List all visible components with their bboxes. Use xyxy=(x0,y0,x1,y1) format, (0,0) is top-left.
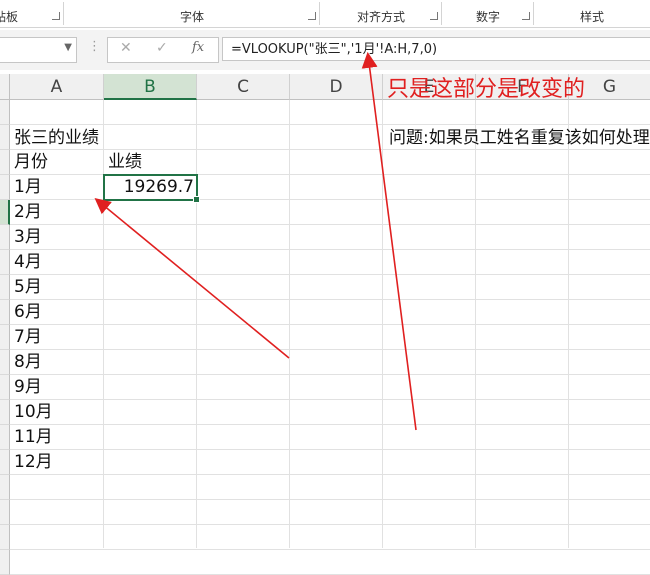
dialog-launcher-icon[interactable] xyxy=(308,12,316,20)
cell-month[interactable]: 4月 xyxy=(14,250,42,275)
row-header[interactable] xyxy=(0,525,10,550)
fx-icon[interactable]: fx xyxy=(192,40,204,55)
row-header[interactable] xyxy=(0,275,10,300)
row-header[interactable] xyxy=(0,325,10,350)
row-header[interactable] xyxy=(0,200,10,225)
row-header[interactable] xyxy=(0,425,10,450)
formula-bar: ▼ ⋮ ✕ ✓ fx =VLOOKUP("张三",'1月'!A:H,7,0) xyxy=(0,30,650,70)
row-header[interactable] xyxy=(0,300,10,325)
formula-input[interactable]: =VLOOKUP("张三",'1月'!A:H,7,0) xyxy=(222,37,650,61)
cell-month[interactable]: 2月 xyxy=(14,200,42,225)
cell-month[interactable]: 11月 xyxy=(14,425,53,450)
fill-handle[interactable] xyxy=(193,196,200,203)
cell-month[interactable]: 9月 xyxy=(14,375,42,400)
row-header[interactable] xyxy=(0,150,10,175)
formula-buttons: ✕ ✓ fx xyxy=(107,37,219,63)
ribbon-group-clipboard: 贴板 xyxy=(0,0,64,27)
cell-month[interactable]: 1月 xyxy=(14,175,42,200)
row-header[interactable] xyxy=(0,175,10,200)
ribbon-group-styles: 样式 xyxy=(534,0,650,27)
ribbon-group-font: 字体 xyxy=(64,0,320,27)
check-icon[interactable]: ✓ xyxy=(156,40,168,56)
ribbon-group-label: 对齐方式 xyxy=(356,10,405,24)
ribbon: 贴板 字体 对齐方式 数字 样式 xyxy=(0,0,650,28)
cell-e3-question[interactable]: 问题:如果员工姓名重复该如何处理 xyxy=(389,126,650,151)
cell-month[interactable]: 5月 xyxy=(14,275,42,300)
ribbon-group-number: 数字 xyxy=(442,0,534,27)
ribbon-group-label: 样式 xyxy=(579,10,604,24)
row-header[interactable] xyxy=(0,225,10,250)
cell-month[interactable]: 6月 xyxy=(14,300,42,325)
chevron-down-icon[interactable]: ▼ xyxy=(64,42,72,53)
cell-a3-title[interactable]: 张三的业绩 xyxy=(14,126,99,151)
row-header[interactable] xyxy=(0,100,10,125)
column-header-a[interactable]: A xyxy=(10,74,104,100)
row-header[interactable] xyxy=(0,250,10,275)
dialog-launcher-icon[interactable] xyxy=(52,12,60,20)
ribbon-group-label: 字体 xyxy=(179,10,204,24)
cell-month[interactable]: 3月 xyxy=(14,225,42,250)
cell-month[interactable]: 10月 xyxy=(14,400,53,425)
row-header[interactable] xyxy=(0,450,10,475)
row-header[interactable] xyxy=(0,550,10,575)
column-header-d[interactable]: D xyxy=(290,74,383,100)
spreadsheet-grid: A B C D E F G 张三的业绩 月份 业绩 问题:如果员工姓名重复该如何… xyxy=(0,74,650,575)
name-box[interactable]: ▼ xyxy=(0,37,77,63)
cancel-icon[interactable]: ✕ xyxy=(120,40,132,56)
cell-month[interactable]: 12月 xyxy=(14,450,53,475)
dialog-launcher-icon[interactable] xyxy=(430,12,438,20)
row-header[interactable] xyxy=(0,400,10,425)
active-cell-b5[interactable]: 19269.7 xyxy=(103,174,200,203)
dialog-launcher-icon[interactable] xyxy=(522,12,530,20)
row-header[interactable] xyxy=(0,475,10,500)
row-header[interactable] xyxy=(0,375,10,400)
cell-month[interactable]: 7月 xyxy=(14,325,42,350)
row-header[interactable] xyxy=(0,125,10,150)
more-options-icon[interactable]: ⋮ xyxy=(88,39,101,54)
cell-month[interactable]: 8月 xyxy=(14,350,42,375)
annotation-text: 只是这部分是改变的 xyxy=(387,77,586,102)
ribbon-group-label: 数字 xyxy=(475,10,500,24)
cell-b5-value: 19269.7 xyxy=(123,177,194,197)
ribbon-group-alignment: 对齐方式 xyxy=(320,0,442,27)
row-header[interactable] xyxy=(0,500,10,525)
column-header-b[interactable]: B xyxy=(104,74,197,100)
select-all-corner[interactable] xyxy=(0,74,10,100)
row-header[interactable] xyxy=(0,350,10,375)
column-header-c[interactable]: C xyxy=(197,74,290,100)
cell-b4-perf-header[interactable]: 业绩 xyxy=(108,150,142,175)
cell-a4-month-header[interactable]: 月份 xyxy=(14,150,48,175)
